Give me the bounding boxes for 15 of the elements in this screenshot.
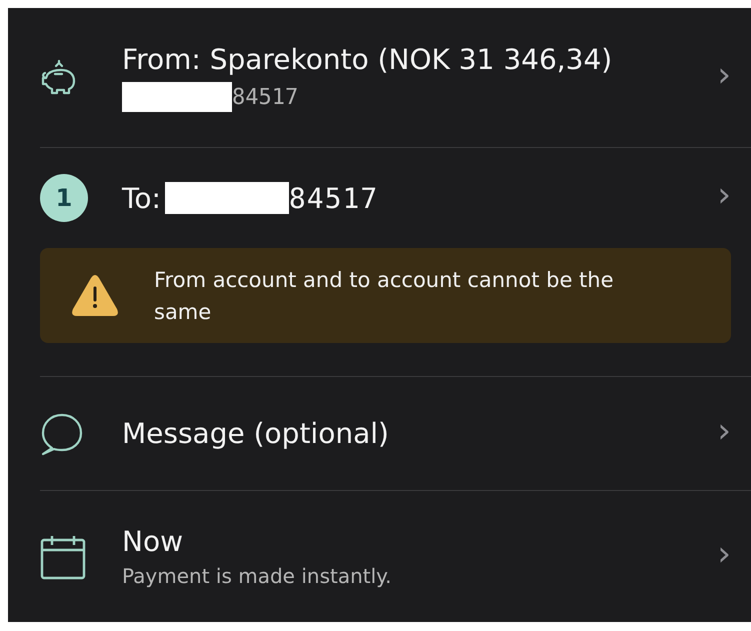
row-title: Now [122, 525, 184, 558]
calendar-icon [40, 534, 86, 580]
row-title: Message (optional) [122, 417, 390, 450]
row-title: From: Sparekonto (NOK 31 346,34) [122, 43, 614, 76]
step-number-badge: 1 [40, 174, 88, 222]
account-number: 84517 [288, 182, 378, 214]
warning-message: From account and to account cannot be the same [154, 266, 614, 326]
account-number: 84517 [232, 84, 298, 110]
warning-icon [70, 272, 120, 318]
row-subtitle: Payment is made instantly. [122, 564, 393, 588]
recipient-label: To: [122, 182, 161, 214]
chevron-button[interactable]: › [717, 54, 731, 100]
chevron-button[interactable]: › [717, 410, 731, 456]
chevron-button[interactable]: › [717, 175, 731, 221]
chevron-button[interactable]: › [717, 534, 731, 580]
